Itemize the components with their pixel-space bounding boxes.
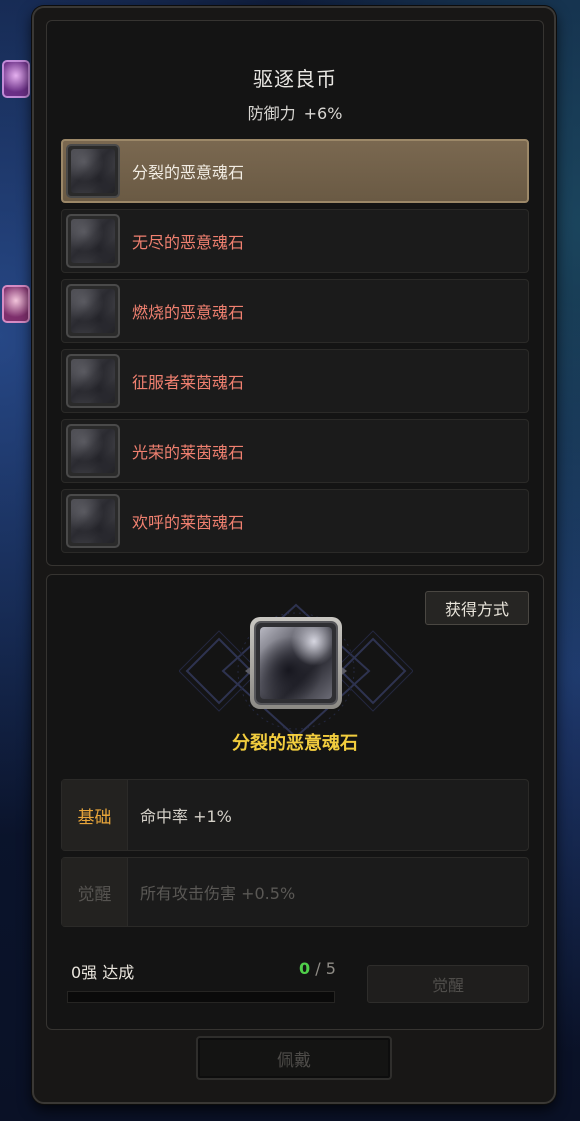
- soulstone-detail-box: 获得方式 分裂的恶意魂石 基础 命中率 +1% 觉醒 所有攻击伤害 +0.5% …: [46, 574, 544, 1030]
- set-bonus-label: 防御力: [247, 104, 296, 123]
- progress-max: 5: [325, 959, 336, 978]
- soulstone-slot: [66, 284, 120, 338]
- soulstone-slot: [66, 494, 120, 548]
- soulstone-icon: [71, 289, 115, 333]
- soulstone-list-item[interactable]: 分裂的恶意魂石: [61, 139, 529, 203]
- soulstone-list: 分裂的恶意魂石 无尽的恶意魂石 燃烧的恶意魂石 征服者莱茵魂石 光荣的莱茵魂石 …: [61, 139, 529, 559]
- set-list-box: 驱逐良币 防御力 +6% 分裂的恶意魂石 无尽的恶意魂石 燃烧的恶意魂石 征服者…: [46, 20, 544, 566]
- soulstone-slot: [66, 214, 120, 268]
- set-bonus-value: +6%: [303, 104, 343, 123]
- selected-soulstone-name: 分裂的恶意魂石: [232, 733, 358, 754]
- progress-current: 0: [299, 959, 311, 978]
- enhance-progress-bar: [67, 991, 335, 1003]
- base-stat-row: 基础 命中率 +1%: [61, 779, 529, 851]
- soulstone-name: 征服者莱茵魂石: [132, 373, 245, 392]
- awaken-stat-tag: 觉醒: [62, 858, 128, 926]
- soulstone-slot: [66, 144, 120, 198]
- soulstone-icon: [71, 219, 115, 263]
- enhance-progress-label: 0强 达成: [71, 963, 135, 982]
- soulstone-list-item[interactable]: 征服者莱茵魂石: [61, 349, 529, 413]
- soulstone-list-item[interactable]: 欢呼的莱茵魂石: [61, 489, 529, 553]
- acquisition-method-button[interactable]: 获得方式: [425, 591, 529, 625]
- selected-soulstone-slot: [250, 617, 342, 709]
- soulstone-icon: [71, 499, 115, 543]
- soulstone-icon: [71, 429, 115, 473]
- soulstone-slot: [66, 354, 120, 408]
- background-character-avatar: [2, 285, 30, 323]
- soulstone-name: 燃烧的恶意魂石: [132, 303, 245, 322]
- wear-button[interactable]: 佩戴: [196, 1036, 392, 1080]
- awaken-stat-row: 觉醒 所有攻击伤害 +0.5%: [61, 857, 529, 927]
- soulstone-panel: 驱逐良币 防御力 +6% 分裂的恶意魂石 无尽的恶意魂石 燃烧的恶意魂石 征服者…: [32, 6, 556, 1104]
- awaken-button[interactable]: 觉醒: [367, 965, 529, 1003]
- soulstone-icon: [71, 149, 115, 193]
- soulstone-icon: [71, 359, 115, 403]
- progress-separator: /: [315, 959, 321, 978]
- set-bonus: 防御力 +6%: [47, 100, 543, 124]
- soulstone-slot: [66, 424, 120, 478]
- enhance-progress-count: 0 / 5: [299, 959, 336, 978]
- awaken-stat-text: 所有攻击伤害 +0.5%: [140, 884, 296, 903]
- set-title: 驱逐良币: [253, 67, 337, 91]
- soulstone-list-item[interactable]: 燃烧的恶意魂石: [61, 279, 529, 343]
- base-stat-tag: 基础: [62, 780, 128, 850]
- soulstone-list-item[interactable]: 光荣的莱茵魂石: [61, 419, 529, 483]
- background-character-avatar: [2, 60, 30, 98]
- soulstone-name: 欢呼的莱茵魂石: [132, 513, 245, 532]
- soulstone-name: 无尽的恶意魂石: [132, 233, 245, 252]
- selected-soulstone-icon: [260, 627, 332, 699]
- base-stat-text: 命中率 +1%: [140, 807, 232, 826]
- soulstone-name: 光荣的莱茵魂石: [132, 443, 245, 462]
- soulstone-list-item[interactable]: 无尽的恶意魂石: [61, 209, 529, 273]
- soulstone-name: 分裂的恶意魂石: [132, 163, 245, 182]
